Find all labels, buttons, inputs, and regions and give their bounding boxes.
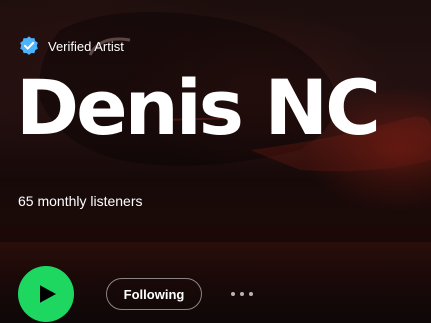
- following-button[interactable]: Following: [106, 278, 202, 310]
- more-options-icon-dot: [249, 292, 253, 296]
- more-options-icon-dot: [240, 292, 244, 296]
- play-button[interactable]: [18, 266, 74, 322]
- play-icon: [39, 285, 56, 303]
- artist-name-title: Denis NC: [16, 63, 381, 152]
- more-options-icon: [231, 292, 235, 296]
- verified-artist-badge: Verified Artist: [18, 35, 124, 57]
- verified-badge-icon: [20, 36, 38, 55]
- artist-page: Verified Artist Denis NC 65 monthly list…: [0, 0, 431, 323]
- verified-label: Verified Artist: [48, 38, 124, 54]
- more-options-button[interactable]: [224, 282, 260, 306]
- monthly-listeners-count: 65 monthly listeners: [18, 193, 143, 209]
